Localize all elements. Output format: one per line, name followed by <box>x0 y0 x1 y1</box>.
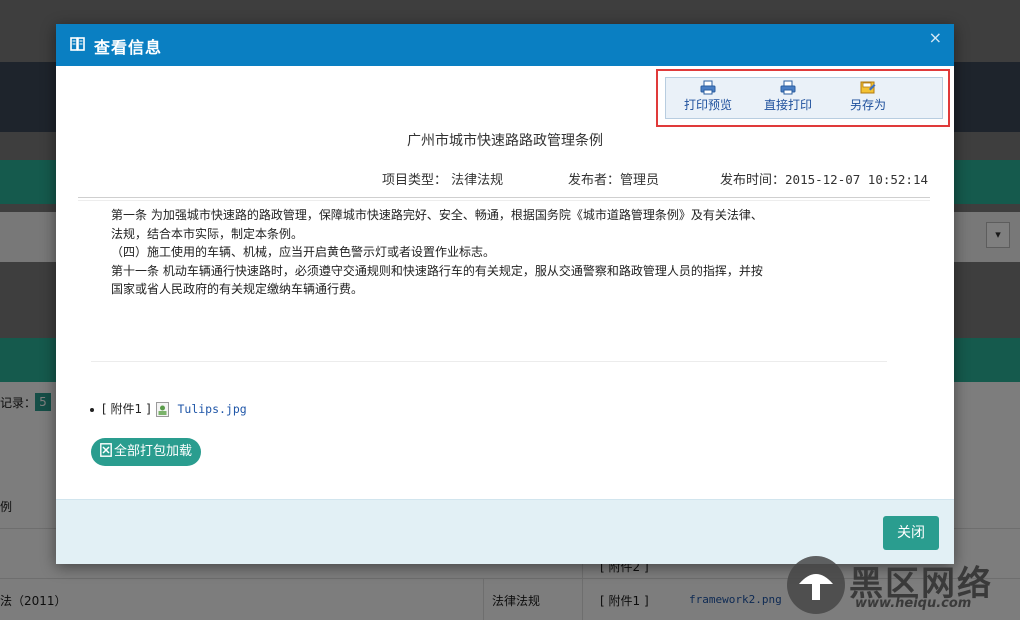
close-button[interactable]: 关闭 <box>883 516 939 550</box>
attachment-item: [ 附件1 ] Tulips.jpg <box>90 400 247 417</box>
print-preview-button[interactable]: 打印预览 <box>680 80 736 118</box>
print-preview-label: 打印预览 <box>683 98 732 112</box>
excel-file-icon <box>100 443 112 457</box>
mushroom-icon <box>799 574 833 600</box>
dialog-header: 查看信息 × <box>56 24 954 66</box>
close-icon[interactable]: × <box>929 28 942 47</box>
pack-download-button[interactable]: 全部打包加载 <box>91 438 201 466</box>
header-divider <box>78 200 930 201</box>
view-info-dialog: 查看信息 × 打印预览 直接打印 另存为 广州市城市快速路路政管理条例 项目类型… <box>56 24 954 564</box>
document-body: 第一条 为加强城市快速路的路政管理，保障城市快速路完好、安全、畅通，根据国务院《… <box>111 206 831 299</box>
publisher-value: 管理员 <box>620 173 660 188</box>
publisher-meta: 发布者：管理员 <box>568 169 659 188</box>
toolbar-highlight-frame: 打印预览 直接打印 另存为 <box>656 69 950 127</box>
watermark-url: www.heiqu.com <box>855 596 972 611</box>
bullet-icon <box>90 407 94 412</box>
attachment-label: [ 附件1 ] <box>102 402 151 416</box>
save-as-icon <box>860 81 876 94</box>
publisher-label: 发布者： <box>568 173 621 188</box>
print-toolbar: 打印预览 直接打印 另存为 <box>665 77 943 119</box>
project-type-label: 项目类型： <box>382 173 448 188</box>
attachment-file-link[interactable]: Tulips.jpg <box>177 402 246 416</box>
project-type-meta: 项目类型： 法律法规 <box>382 169 503 188</box>
print-direct-label: 直接打印 <box>763 98 812 112</box>
attachments-divider <box>91 361 887 362</box>
watermark-logo-icon <box>787 556 845 614</box>
body-paragraph: 法规，结合本市实际，制定本条例。 <box>111 226 304 241</box>
body-paragraph: （四）施工使用的车辆、机械，应当开启黄色警示灯或者设置作业标志。 <box>111 245 496 259</box>
print-direct-button[interactable]: 直接打印 <box>760 80 816 118</box>
save-as-label: 另存为 <box>849 98 886 112</box>
body-paragraph: 第十一条 机动车辆通行快速路时，必须遵守交通规则和快速路行车的有关规定，服从交通… <box>111 263 763 278</box>
save-as-button[interactable]: 另存为 <box>844 80 892 118</box>
printer-icon <box>780 80 796 95</box>
body-paragraph: 国家或省人民政府的有关规定缴纳车辆通行费。 <box>111 282 364 296</box>
book-icon <box>70 37 85 51</box>
pack-download-label: 全部打包加载 <box>113 444 192 459</box>
publish-time-value: 2015-12-07 10:52:14 <box>785 172 929 187</box>
project-type-value: 法律法规 <box>451 173 504 188</box>
publish-time-label: 发布时间： <box>720 173 786 188</box>
image-file-icon <box>156 402 170 417</box>
publish-time-meta: 发布时间：2015-12-07 10:52:14 <box>720 169 928 188</box>
dialog-title: 查看信息 <box>94 38 163 57</box>
site-watermark: 黑区网络 www.heiqu.com <box>785 554 1020 620</box>
body-paragraph: 第一条 为加强城市快速路的路政管理，保障城市快速路完好、安全、畅通，根据国务院《… <box>111 208 763 222</box>
header-divider <box>78 197 930 198</box>
printer-icon <box>700 80 716 95</box>
document-title: 广州市城市快速路路政管理条例 <box>407 133 603 149</box>
